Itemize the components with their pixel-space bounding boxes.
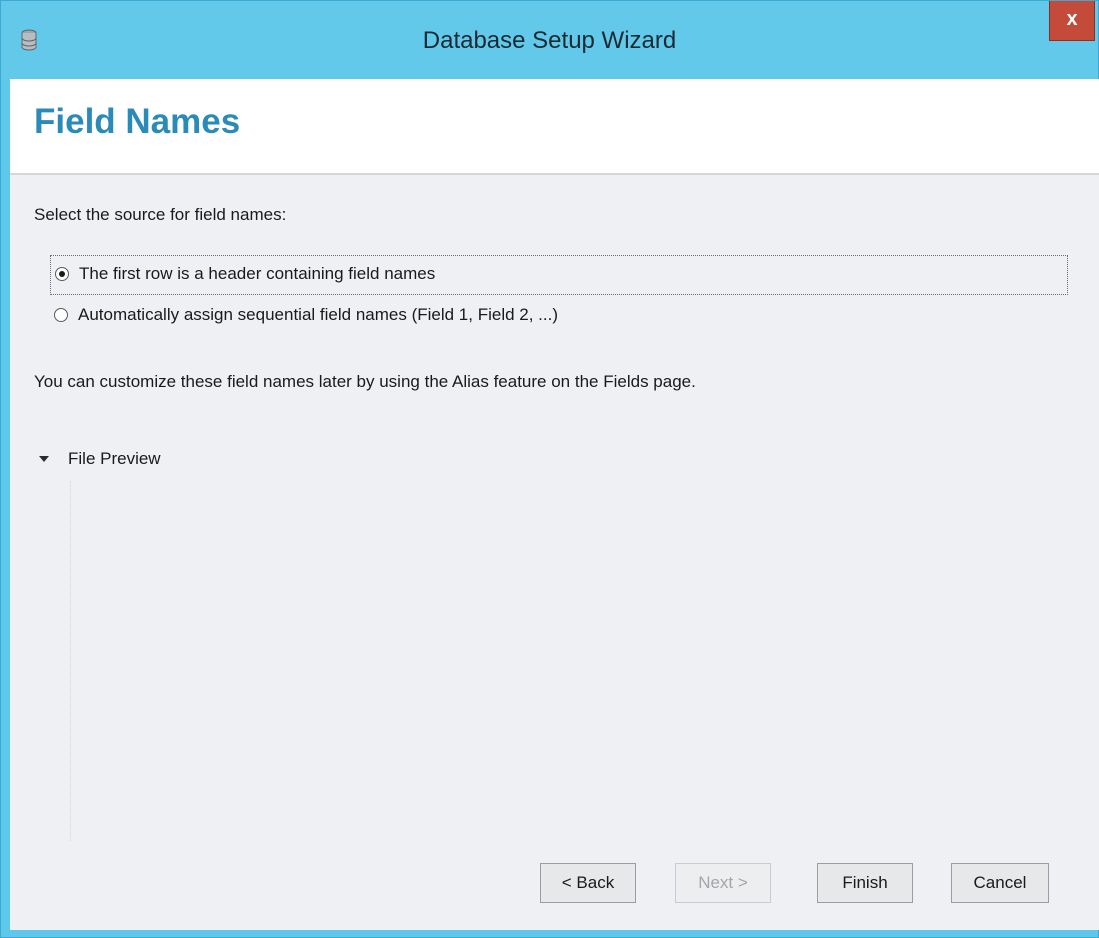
next-button[interactable]: Next > xyxy=(675,863,771,903)
file-preview-label[interactable]: File Preview xyxy=(68,449,161,469)
field-source-prompt: Select the source for field names: xyxy=(34,205,287,224)
wizard-header: Field Names xyxy=(10,79,1099,175)
alias-note: You can customize these field names late… xyxy=(34,372,696,391)
close-button[interactable]: x xyxy=(1049,1,1095,41)
header-row-radio[interactable] xyxy=(55,267,69,281)
back-button[interactable]: < Back xyxy=(540,863,636,903)
sequential-names-option[interactable]: Automatically assign sequential field na… xyxy=(50,297,1068,337)
wizard-window: Database Setup Wizard x Field Names Sele… xyxy=(0,0,1099,938)
page-title: Field Names xyxy=(34,102,241,141)
sequential-names-radio[interactable] xyxy=(54,308,68,322)
file-preview-area xyxy=(70,481,85,841)
sequential-names-label[interactable]: Automatically assign sequential field na… xyxy=(78,305,558,325)
header-row-option[interactable]: The first row is a header containing fie… xyxy=(50,255,1068,295)
chevron-down-icon[interactable] xyxy=(38,454,50,464)
cancel-button[interactable]: Cancel xyxy=(951,863,1049,903)
window-title: Database Setup Wizard xyxy=(422,27,677,54)
wizard-content: Select the source for field names: The f… xyxy=(10,175,1099,930)
finish-button[interactable]: Finish xyxy=(817,863,913,903)
title-bar[interactable]: Database Setup Wizard x xyxy=(1,1,1098,79)
header-row-label[interactable]: The first row is a header containing fie… xyxy=(79,264,435,284)
